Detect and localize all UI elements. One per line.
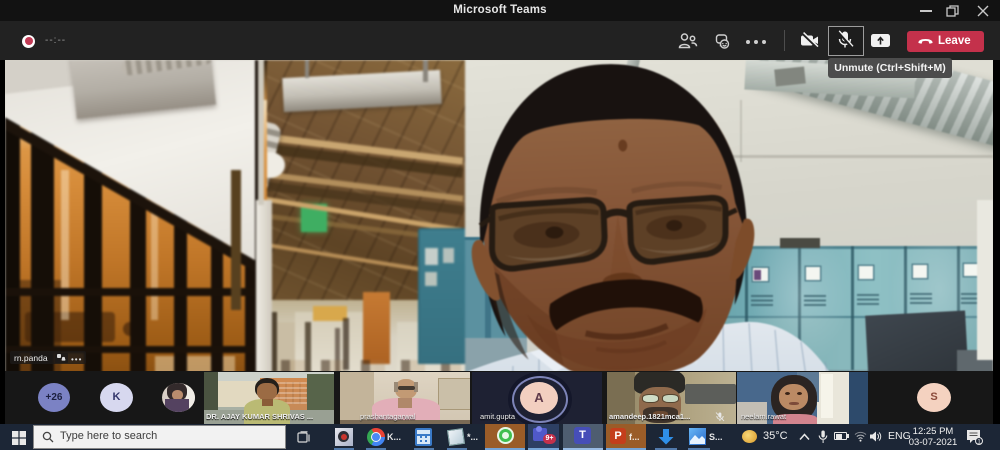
svg-text:1: 1	[977, 439, 981, 445]
